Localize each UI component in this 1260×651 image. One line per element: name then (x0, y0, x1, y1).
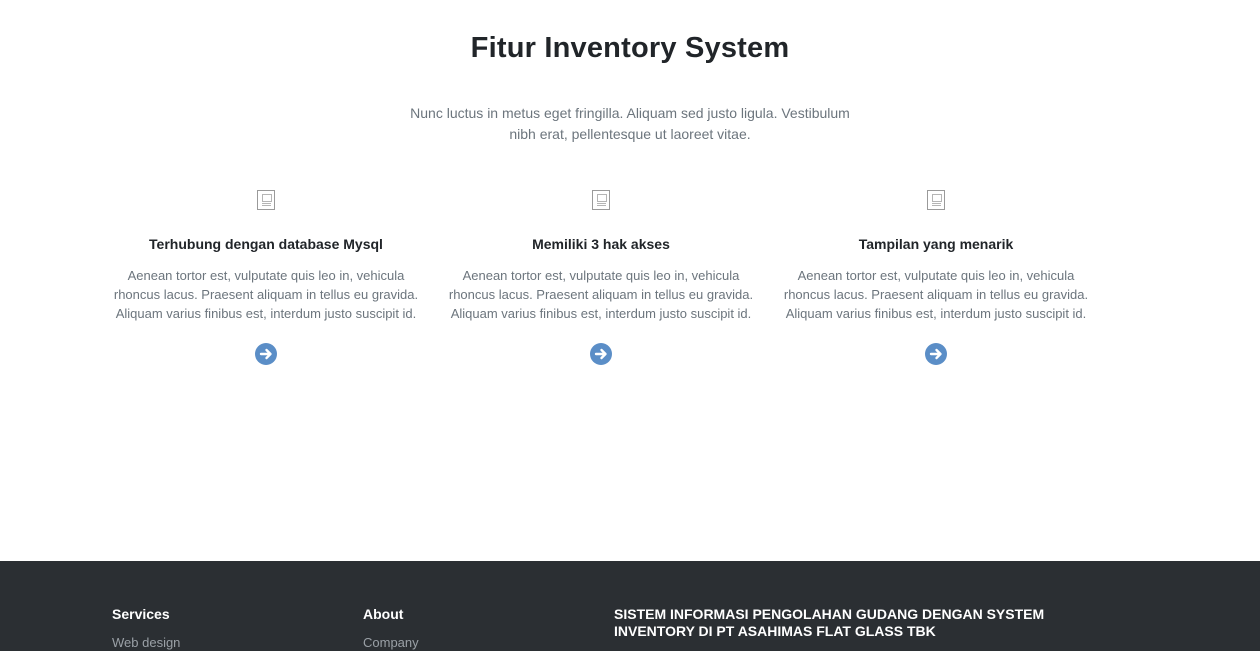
section-lead: Nunc luctus in metus eget fringilla. Ali… (410, 105, 850, 142)
feature-card-display: Tampilan yang menarik Aenean tortor est,… (776, 190, 1096, 370)
feature-title: Terhubung dengan database Mysql (149, 236, 383, 252)
broken-image-icon (927, 190, 945, 210)
feature-title: Tampilan yang menarik (858, 236, 1014, 252)
arrow-circle-right-icon[interactable] (590, 343, 612, 365)
footer-brand-column: SISTEM INFORMASI PENGOLAHAN GUDANG DENGA… (614, 606, 1054, 640)
features-section: Fitur Inventory System Nunc luctus in me… (0, 0, 1260, 561)
footer-link-web-design[interactable]: Web design (112, 635, 180, 651)
feature-text: Aenean tortor est, vulputate quis leo in… (448, 268, 754, 321)
arrow-circle-right-icon[interactable] (925, 343, 947, 365)
broken-image-icon (592, 190, 610, 210)
feature-card-access: Memiliki 3 hak akses Aenean tortor est, … (441, 190, 761, 370)
broken-image-icon (257, 190, 275, 210)
footer-link-company[interactable]: Company (363, 635, 419, 651)
arrow-circle-right-icon[interactable] (255, 343, 277, 365)
section-title: Fitur Inventory System (470, 32, 790, 64)
footer-about-column: About Company (363, 606, 419, 651)
site-footer: Services Web design About Company SISTEM… (0, 561, 1260, 651)
footer-brand-heading: SISTEM INFORMASI PENGOLAHAN GUDANG DENGA… (614, 606, 1045, 639)
feature-text: Aenean tortor est, vulputate quis leo in… (113, 268, 419, 321)
footer-services-column: Services Web design (112, 606, 180, 651)
footer-services-heading: Services (112, 606, 170, 622)
feature-card-database: Terhubung dengan database Mysql Aenean t… (106, 190, 426, 370)
feature-text: Aenean tortor est, vulputate quis leo in… (783, 268, 1089, 321)
feature-title: Memiliki 3 hak akses (532, 236, 670, 252)
footer-about-heading: About (363, 606, 404, 622)
